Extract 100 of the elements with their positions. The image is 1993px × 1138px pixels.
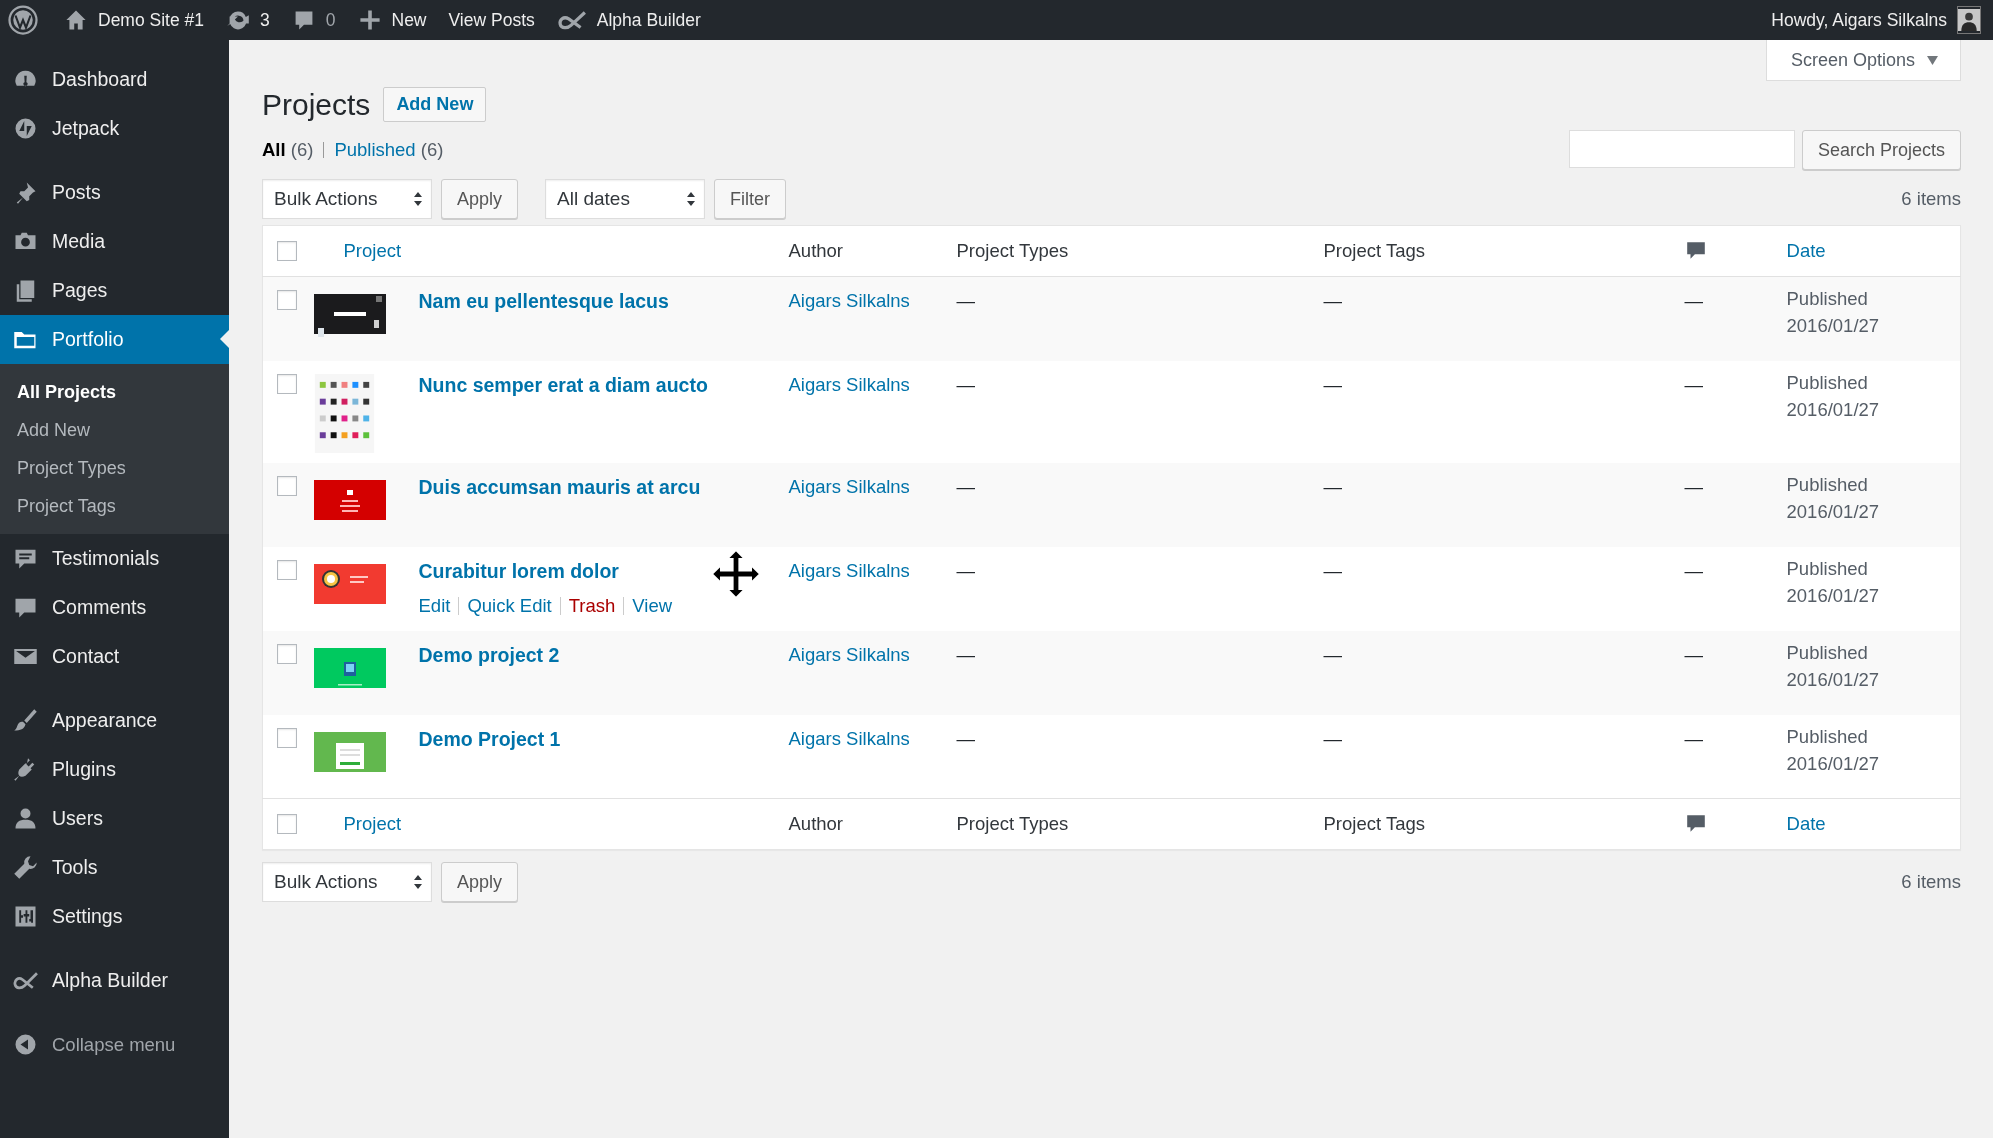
column-header[interactable]: Date: [1786, 240, 1826, 261]
updates-link[interactable]: 3: [226, 8, 270, 32]
publish-status: Published: [1786, 288, 1868, 309]
select-all-checkbox[interactable]: [277, 814, 297, 834]
row-checkbox[interactable]: [277, 475, 297, 496]
brush-icon: [13, 708, 38, 733]
table-cell: —: [1684, 290, 1703, 311]
comments-link[interactable]: 0: [291, 8, 336, 32]
items-count: 6 items: [1901, 871, 1961, 893]
plus-icon: [357, 8, 382, 32]
project-title-link[interactable]: Nam eu pellentesque lacus: [418, 290, 669, 312]
table-cell: —: [1684, 559, 1703, 581]
row-checkbox[interactable]: [277, 727, 297, 748]
updown-arrows-icon: [414, 875, 422, 889]
search-field[interactable]: [1568, 130, 1795, 168]
column-header[interactable]: Date: [1786, 813, 1826, 834]
menu-item[interactable]: Testimonials: [0, 534, 229, 583]
collapse-menu-button[interactable]: Collapse menu: [0, 1020, 229, 1069]
row-checkbox[interactable]: [277, 290, 297, 310]
screen-options-button[interactable]: Screen Options: [1765, 40, 1961, 81]
table-cell: —: [956, 475, 975, 497]
view-filter-link[interactable]: Published (6): [334, 139, 444, 161]
dates-dropdown[interactable]: All dates: [545, 179, 706, 219]
account-link[interactable]: Howdy, Aigars Silkalns: [1771, 6, 1981, 34]
trash-link[interactable]: Trash: [568, 594, 616, 617]
project-title-link[interactable]: Curabitur lorem dolor: [418, 559, 619, 582]
new-link[interactable]: New: [357, 8, 427, 32]
table-cell: —: [1323, 475, 1342, 497]
publish-status: Published: [1786, 371, 1868, 393]
row-action-link[interactable]: Edit: [418, 594, 451, 617]
apply-button[interactable]: Apply: [441, 179, 519, 219]
menu-item[interactable]: Dashboard: [0, 55, 229, 104]
table-cell: —: [1323, 373, 1342, 395]
menu-item[interactable]: Pages: [0, 266, 229, 315]
column-header[interactable]: Project: [343, 240, 402, 261]
submenu-item[interactable]: Project Types: [0, 449, 229, 487]
row-checkbox[interactable]: [277, 643, 297, 664]
apply-button[interactable]: Apply: [441, 862, 519, 902]
column-header: Project Types: [956, 813, 1069, 834]
table-cell: —: [1323, 290, 1342, 311]
menu-item[interactable]: Alpha Builder: [0, 956, 229, 1005]
menu-item[interactable]: Contact: [0, 632, 229, 681]
author-link[interactable]: Aigars Silkalns: [788, 475, 910, 497]
menu-item[interactable]: Posts: [0, 168, 229, 217]
publish-status: Published: [1786, 473, 1868, 495]
menu-item[interactable]: Media: [0, 217, 229, 266]
menu-item[interactable]: Comments: [0, 583, 229, 632]
row-checkbox[interactable]: [277, 559, 297, 580]
project-title-link[interactable]: Nunc semper erat a diam aucto: [418, 373, 708, 396]
menu-item[interactable]: Users: [0, 794, 229, 843]
column-header: Author: [788, 240, 844, 261]
publish-status: Published: [1786, 641, 1868, 663]
menu-item[interactable]: Appearance: [0, 696, 229, 745]
project-title-link[interactable]: Demo Project 1: [418, 727, 561, 750]
submenu-item[interactable]: Add New: [0, 411, 229, 449]
caret-icon: [1927, 55, 1938, 65]
author-link[interactable]: Aigars Silkalns: [788, 727, 910, 749]
author-link[interactable]: Aigars Silkalns: [788, 290, 910, 311]
column-header: Project Types: [956, 240, 1069, 261]
menu-item[interactable]: Jetpack: [0, 104, 229, 153]
publish-date: 2016/01/27: [1786, 584, 1880, 606]
column-header[interactable]: Project: [343, 813, 402, 834]
menu-item[interactable]: Settings: [0, 892, 229, 941]
table-cell: —: [1684, 643, 1703, 665]
submenu-item[interactable]: All Projects: [0, 373, 229, 411]
updown-arrows-icon: [414, 192, 422, 206]
project-title-link[interactable]: Duis accumsan mauris at arcu: [418, 475, 701, 498]
bulk-actions-dropdown[interactable]: Bulk Actions: [262, 179, 432, 219]
table-cell: —: [1323, 559, 1342, 581]
wrench-icon: [13, 855, 38, 880]
view-posts-link[interactable]: View Posts: [448, 9, 535, 31]
table-cell: —: [1684, 373, 1703, 395]
row-action-link[interactable]: Quick Edit: [467, 594, 552, 617]
site-link[interactable]: Demo Site #1: [64, 8, 205, 32]
table-cell: —: [1323, 727, 1342, 749]
filter-button[interactable]: Filter: [714, 179, 787, 219]
logo-icon[interactable]: [8, 5, 38, 35]
author-link[interactable]: Aigars Silkalns: [788, 373, 910, 395]
menu-item[interactable]: Tools: [0, 843, 229, 892]
publish-status: Published: [1786, 557, 1868, 579]
move-cursor-icon: [710, 548, 762, 600]
author-link[interactable]: Aigars Silkalns: [788, 559, 910, 581]
builder-link[interactable]: Alpha Builder: [556, 8, 701, 32]
row-checkbox[interactable]: [277, 373, 297, 394]
project-title-link[interactable]: Demo project 2: [418, 643, 560, 666]
view-filter-link[interactable]: All (6): [262, 139, 314, 161]
bulk-actions-dropdown[interactable]: Bulk Actions: [262, 862, 432, 902]
table-cell: —: [1323, 643, 1342, 665]
search-button[interactable]: Search Projects: [1801, 130, 1961, 170]
home-icon: [64, 8, 88, 32]
submenu-item[interactable]: Project Tags: [0, 487, 229, 525]
author-link[interactable]: Aigars Silkalns: [788, 643, 910, 665]
publish-date: 2016/01/27: [1786, 315, 1880, 336]
publish-date: 2016/01/27: [1786, 398, 1880, 420]
menu-item[interactable]: Plugins: [0, 745, 229, 794]
add-new-button[interactable]: Add New: [383, 87, 487, 122]
menu-item[interactable]: Portfolio: [0, 315, 229, 364]
row-action-link[interactable]: View: [632, 594, 673, 617]
select-all-checkbox[interactable]: [277, 241, 297, 261]
collapse-icon: [13, 1032, 38, 1057]
